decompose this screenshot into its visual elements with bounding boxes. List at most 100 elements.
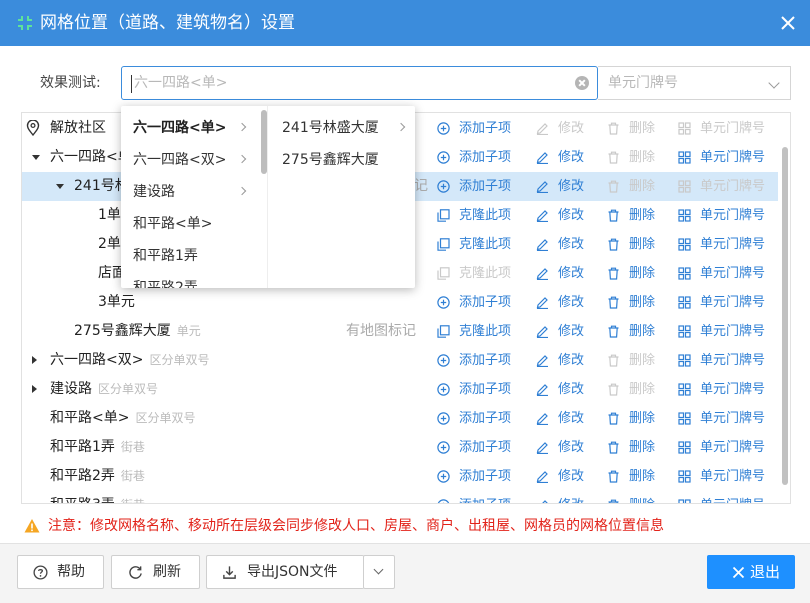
export-json-button[interactable]: 导出JSON文件 (206, 555, 364, 589)
tree-node-label[interactable]: 六一四路<双> 区分单双号 (50, 346, 209, 375)
cascader-option[interactable]: 241号林盛大厦 (268, 112, 415, 144)
door-number-button[interactable]: 单元门牌号 (678, 433, 778, 462)
door-number-button[interactable]: 单元门牌号 (678, 462, 778, 491)
cascader-option[interactable]: 275号鑫辉大厦 (268, 144, 415, 176)
add-child-button[interactable]: 添加子项 (437, 288, 527, 317)
cascader-option[interactable]: 六一四路<双> (121, 144, 261, 176)
delete-button[interactable]: 删除 (607, 375, 669, 404)
tree-node-label[interactable]: 和平路1弄 街巷 (50, 433, 145, 462)
cascader-option[interactable]: 和平路1弄 (121, 240, 261, 272)
tree-row[interactable]: 建设路 区分单双号 添加子项 修改 删除 单元门牌号 (22, 375, 778, 404)
cascader-option[interactable]: 建设路 (121, 176, 261, 208)
caret-down-icon[interactable] (56, 184, 64, 189)
cascader-option[interactable]: 和平路2弄 (121, 272, 261, 288)
tree-scroll-thumb[interactable] (782, 147, 788, 485)
title-bar: 网格位置（道路、建筑物名）设置 (0, 0, 810, 46)
node-hint: 区分单双号 (135, 411, 196, 425)
delete-button[interactable]: 删除 (607, 462, 669, 491)
door-number-button[interactable]: 单元门牌号 (678, 491, 778, 503)
tree-node-label[interactable]: 解放社区 (50, 114, 106, 143)
edit-button[interactable]: 修改 (536, 201, 598, 230)
delete-button[interactable]: 删除 (607, 114, 669, 143)
cascader-option[interactable]: 六一四路<单> (121, 112, 261, 144)
add-child-button[interactable]: 添加子项 (437, 462, 527, 491)
add-child-button[interactable]: 添加子项 (437, 404, 527, 433)
edit-button[interactable]: 修改 (536, 375, 598, 404)
caret-right-icon[interactable] (32, 385, 37, 393)
door-number-button[interactable]: 单元门牌号 (678, 404, 778, 433)
add-child-button[interactable]: 添加子项 (437, 114, 527, 143)
delete-button[interactable]: 删除 (607, 346, 669, 375)
export-options-button[interactable] (363, 555, 395, 589)
tree-node-label[interactable]: 和平路2弄 街巷 (50, 462, 145, 491)
delete-button[interactable]: 删除 (607, 288, 669, 317)
delete-button[interactable]: 删除 (607, 172, 669, 201)
edit-button[interactable]: 修改 (536, 317, 598, 346)
door-number-button[interactable]: 单元门牌号 (678, 172, 778, 201)
add-child-button[interactable]: 添加子项 (437, 172, 527, 201)
edit-button[interactable]: 修改 (536, 114, 598, 143)
tree-node-label[interactable]: 建设路 区分单双号 (50, 375, 158, 404)
tree-node-label[interactable]: 3单元 (98, 288, 135, 317)
add-child-button[interactable]: 添加子项 (437, 491, 527, 503)
door-number-button[interactable]: 单元门牌号 (678, 317, 778, 346)
delete-button[interactable]: 删除 (607, 143, 669, 172)
door-number-button[interactable]: 单元门牌号 (678, 259, 778, 288)
delete-button[interactable]: 删除 (607, 259, 669, 288)
door-number-button[interactable]: 单元门牌号 (678, 375, 778, 404)
refresh-button[interactable]: 刷新 (111, 555, 200, 589)
edit-button[interactable]: 修改 (536, 288, 598, 317)
delete-button[interactable]: 删除 (607, 404, 669, 433)
add-child-button[interactable]: 添加子项 (437, 375, 527, 404)
caret-right-icon[interactable] (32, 356, 37, 364)
delete-button[interactable]: 删除 (607, 433, 669, 462)
tree-row[interactable]: 275号鑫辉大厦 单元 有地图标记 克隆此项 修改 删除 单元门牌号 (22, 317, 778, 346)
tree-row[interactable]: 3单元 添加子项 修改 删除 单元门牌号 (22, 288, 778, 317)
close-icon[interactable] (776, 11, 800, 35)
tree-row[interactable]: 六一四路<双> 区分单双号 添加子项 修改 删除 单元门牌号 (22, 346, 778, 375)
clear-icon[interactable] (575, 76, 589, 90)
effect-test-input[interactable]: 六一四路<单> (121, 66, 598, 100)
edit-button[interactable]: 修改 (536, 143, 598, 172)
clone-item-button[interactable]: 克隆此项 (437, 317, 527, 346)
add-child-button[interactable]: 添加子项 (437, 143, 527, 172)
tree-node-label[interactable]: 275号鑫辉大厦 单元 (74, 317, 201, 346)
door-number-button[interactable]: 单元门牌号 (678, 201, 778, 230)
tree-row[interactable]: 和平路3弄 街巷 添加子项 修改 删除 单元门牌号 (22, 491, 778, 503)
exit-button[interactable]: 退出 (707, 555, 795, 589)
edit-button[interactable]: 修改 (536, 433, 598, 462)
clone-item-button[interactable]: 克隆此项 (437, 259, 527, 288)
tree-scrollbar[interactable] (778, 113, 790, 503)
edit-button[interactable]: 修改 (536, 230, 598, 259)
edit-button[interactable]: 修改 (536, 462, 598, 491)
door-number-button[interactable]: 单元门牌号 (678, 288, 778, 317)
tree-node-label[interactable]: 和平路3弄 街巷 (50, 491, 145, 503)
door-number-button[interactable]: 单元门牌号 (678, 143, 778, 172)
delete-button[interactable]: 删除 (607, 230, 669, 259)
action-label: 添加子项 (459, 179, 512, 194)
edit-button[interactable]: 修改 (536, 404, 598, 433)
delete-button[interactable]: 删除 (607, 491, 669, 503)
edit-button[interactable]: 修改 (536, 172, 598, 201)
tree-row[interactable]: 和平路1弄 街巷 添加子项 修改 删除 单元门牌号 (22, 433, 778, 462)
edit-button[interactable]: 修改 (536, 346, 598, 375)
door-number-button[interactable]: 单元门牌号 (678, 114, 778, 143)
door-number-select[interactable]: 单元门牌号 (598, 66, 791, 100)
tree-row[interactable]: 和平路2弄 街巷 添加子项 修改 删除 单元门牌号 (22, 462, 778, 491)
clone-item-button[interactable]: 克隆此项 (437, 230, 527, 259)
tree-row[interactable]: 和平路<单> 区分单双号 添加子项 修改 删除 单元门牌号 (22, 404, 778, 433)
edit-button[interactable]: 修改 (536, 491, 598, 503)
caret-down-icon[interactable] (32, 155, 40, 160)
delete-button[interactable]: 删除 (607, 317, 669, 346)
door-number-button[interactable]: 单元门牌号 (678, 346, 778, 375)
cascader-column-1: 六一四路<单> 六一四路<双> 建设路 和平路<单> 和平路1弄 和平路2弄 (121, 106, 267, 288)
door-number-button[interactable]: 单元门牌号 (678, 230, 778, 259)
help-button[interactable]: 帮助 (17, 555, 104, 589)
tree-node-label[interactable]: 和平路<单> 区分单双号 (50, 404, 195, 433)
edit-button[interactable]: 修改 (536, 259, 598, 288)
cascader-option[interactable]: 和平路<单> (121, 208, 261, 240)
add-child-button[interactable]: 添加子项 (437, 346, 527, 375)
add-child-button[interactable]: 添加子项 (437, 433, 527, 462)
delete-button[interactable]: 删除 (607, 201, 669, 230)
clone-item-button[interactable]: 克隆此项 (437, 201, 527, 230)
